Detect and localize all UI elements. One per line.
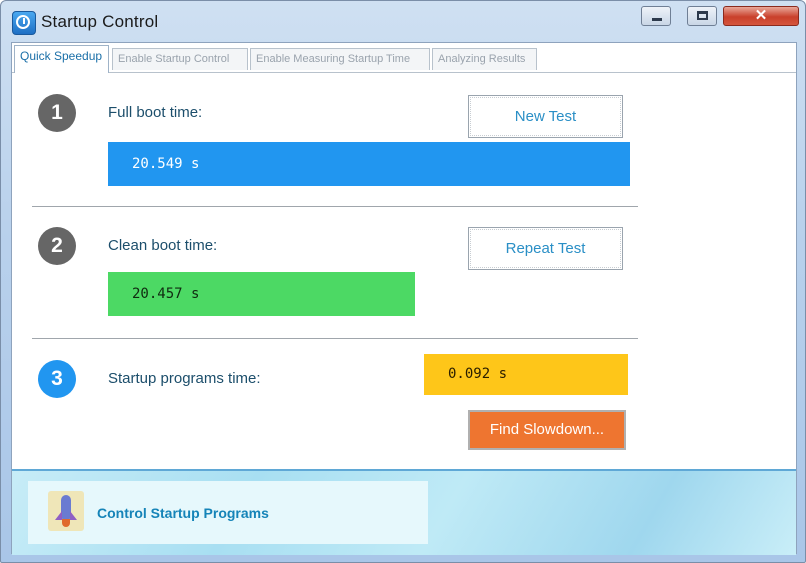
main-panel: Quick Speedup Enable Startup Control Ena… xyxy=(11,42,797,555)
step-1-badge: 1 xyxy=(38,94,76,132)
tab-enable-startup-control[interactable]: Enable Startup Control xyxy=(112,48,248,70)
rocket-icon xyxy=(48,491,84,531)
new-test-button[interactable]: New Test xyxy=(468,95,623,138)
step-3-badge: 3 xyxy=(38,360,76,398)
maximize-icon xyxy=(697,11,708,20)
tab-analyzing-results[interactable]: Analyzing Results xyxy=(432,48,537,70)
window-title: Startup Control xyxy=(41,12,159,31)
minimize-icon xyxy=(652,18,662,21)
clean-boot-time-bar: 20.457 s xyxy=(108,272,415,316)
find-slowdown-button[interactable]: Find Slowdown... xyxy=(468,410,626,450)
startup-programs-time-bar: 0.092 s xyxy=(424,354,628,395)
close-button[interactable]: ✕ xyxy=(723,6,799,26)
close-icon: ✕ xyxy=(754,7,768,24)
control-startup-programs-link[interactable]: Control Startup Programs xyxy=(28,481,428,544)
app-window: Startup Control ✕ Quick Speedup Enable S… xyxy=(0,0,806,563)
tab-divider xyxy=(12,72,796,73)
footer-banner: Control Startup Programs xyxy=(12,469,796,555)
tab-quick-speedup[interactable]: Quick Speedup xyxy=(14,45,109,73)
title-bar[interactable]: Startup Control ✕ xyxy=(1,1,805,41)
full-boot-time-bar: 20.549 s xyxy=(108,142,630,186)
stopwatch-icon xyxy=(12,11,36,35)
tab-enable-measuring-startup-time[interactable]: Enable Measuring Startup Time xyxy=(250,48,430,70)
clean-boot-time-label: Clean boot time: xyxy=(108,237,218,254)
section-divider xyxy=(32,206,638,207)
tab-strip: Quick Speedup Enable Startup Control Ena… xyxy=(12,43,796,73)
step-2-badge: 2 xyxy=(38,227,76,265)
maximize-button[interactable] xyxy=(687,6,717,26)
repeat-test-button[interactable]: Repeat Test xyxy=(468,227,623,270)
startup-programs-time-label: Startup programs time: xyxy=(108,370,261,387)
full-boot-time-label: Full boot time: xyxy=(108,104,203,121)
section-divider xyxy=(32,338,638,339)
control-startup-programs-label[interactable]: Control Startup Programs xyxy=(97,505,269,521)
minimize-button[interactable] xyxy=(641,6,671,26)
